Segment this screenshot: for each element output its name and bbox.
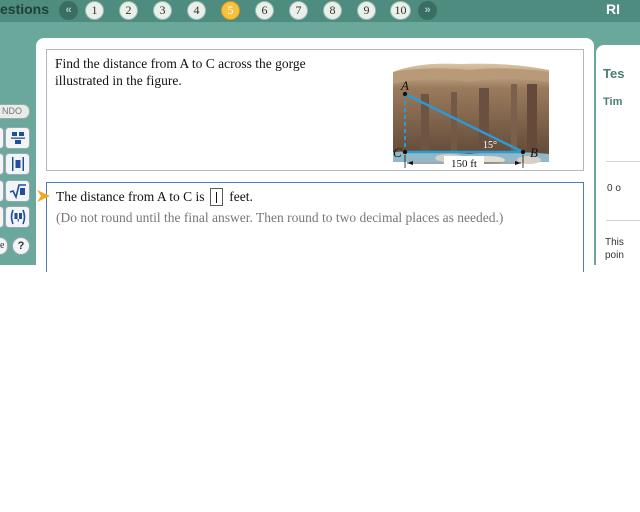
tool-edge bbox=[0, 127, 4, 149]
question-8-button[interactable]: 8 bbox=[323, 1, 342, 20]
questions-label: estions bbox=[0, 1, 50, 17]
test-sidebar: Tes Tim 0 o This poin bbox=[596, 45, 640, 265]
question-panel: Find the distance from A to C across the… bbox=[36, 38, 594, 272]
question-7-button[interactable]: 7 bbox=[289, 1, 308, 20]
square-root-button[interactable] bbox=[5, 180, 30, 202]
undo-button[interactable]: NDO bbox=[0, 104, 30, 119]
point-b-label: B bbox=[530, 145, 538, 160]
question-10-button[interactable]: 10 bbox=[390, 1, 411, 20]
question-box: Find the distance from A to C across the… bbox=[46, 49, 584, 171]
sidebar-test-title: Tes bbox=[603, 66, 625, 81]
distance-label: 150 ft bbox=[451, 158, 477, 170]
question-9-button[interactable]: 9 bbox=[357, 1, 376, 20]
answer-prefix: The distance from A to C is bbox=[56, 189, 205, 205]
question-5-button[interactable]: 5 bbox=[221, 1, 240, 20]
ordered-pair-icon bbox=[10, 209, 25, 225]
question-1-button[interactable]: 1 bbox=[85, 1, 104, 20]
gorge-figure: A B C 15° 150 ft bbox=[389, 54, 551, 170]
sidebar-time-label: Tim bbox=[603, 96, 623, 108]
point-c-label: C bbox=[393, 145, 402, 160]
point-a-label: A bbox=[400, 78, 409, 93]
next-questions-button[interactable]: » bbox=[418, 1, 437, 20]
question-2-button[interactable]: 2 bbox=[119, 1, 138, 20]
rounding-instruction: (Do not round until the final answer. Th… bbox=[56, 210, 504, 225]
answer-sentence: The distance from A to C is feet. bbox=[56, 188, 253, 207]
answer-box: The distance from A to C is feet. (Do no… bbox=[37, 182, 584, 272]
help-button[interactable]: ? bbox=[12, 237, 30, 255]
question-3-button[interactable]: 3 bbox=[153, 1, 172, 20]
right-header-label: RI bbox=[606, 1, 620, 17]
fraction-icon bbox=[10, 132, 25, 144]
sidebar-note-line-1: This bbox=[605, 237, 624, 248]
question-nav-bar: estions « 1 2 3 4 5 6 7 8 9 10 » RI bbox=[0, 0, 640, 22]
sidebar-divider bbox=[606, 161, 640, 162]
sidebar-count: 0 o bbox=[607, 183, 621, 194]
question-6-button[interactable]: 6 bbox=[255, 1, 274, 20]
tool-edge bbox=[0, 206, 4, 228]
sidebar-divider bbox=[606, 220, 640, 221]
absolute-value-button[interactable] bbox=[5, 153, 30, 175]
answer-input[interactable] bbox=[209, 188, 223, 206]
absolute-value-icon bbox=[11, 157, 24, 171]
arrow-pointer-icon bbox=[37, 190, 50, 202]
tool-edge bbox=[0, 180, 4, 202]
sidebar-note-line-2: poin bbox=[605, 250, 624, 261]
fraction-button[interactable] bbox=[5, 127, 30, 149]
tool-edge bbox=[0, 153, 4, 175]
ordered-pair-button[interactable] bbox=[5, 206, 30, 228]
question-prompt: Find the distance from A to C across the… bbox=[55, 56, 306, 88]
angle-label: 15° bbox=[483, 140, 497, 151]
square-root-icon bbox=[9, 184, 26, 200]
prev-questions-button[interactable]: « bbox=[59, 1, 78, 20]
answer-suffix: feet. bbox=[229, 189, 253, 205]
question-4-button[interactable]: 4 bbox=[187, 1, 206, 20]
